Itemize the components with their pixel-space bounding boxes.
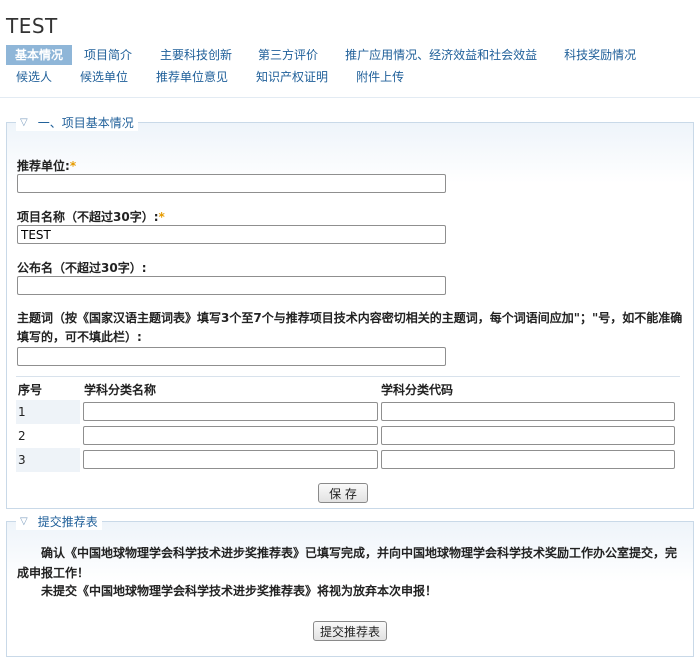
keywords-label: 主题词（按《国家汉语主题词表》填写3个至7个与推荐项目技术内容密切相关的主题词，… (17, 311, 683, 344)
row-number: 3 (16, 448, 80, 472)
public-name-input[interactable] (17, 276, 446, 295)
col-header-subject-code: 学科分类代码 (381, 383, 454, 397)
tab-row-2: 候选人 候选单位 推荐单位意见 知识产权证明 附件上传 (6, 66, 696, 88)
subject-code-input[interactable] (381, 450, 675, 469)
tab-awards[interactable]: 科技奖励情况 (564, 45, 636, 65)
project-basic-info-legend[interactable]: ▽ 一、项目基本情况 (16, 114, 138, 131)
tab-third-party-evaluation[interactable]: 第三方评价 (258, 45, 318, 65)
tab-project-summary[interactable]: 项目简介 (84, 45, 132, 65)
subject-name-input[interactable] (83, 402, 378, 421)
subject-code-input[interactable] (381, 402, 675, 421)
keywords-input[interactable] (17, 347, 446, 366)
subject-name-input[interactable] (83, 450, 378, 469)
tab-row-1: 基本情况 项目简介 主要科技创新 第三方评价 推广应用情况、经济效益和社会效益 … (6, 44, 696, 66)
recommender-label: 推荐单位:* (17, 159, 77, 173)
triangle-down-icon: ▽ (20, 117, 28, 128)
tab-main-innovations[interactable]: 主要科技创新 (160, 45, 232, 65)
required-mark: * (158, 210, 165, 224)
submit-form-button[interactable]: 提交推荐表 (313, 621, 387, 641)
row-number: 1 (16, 400, 80, 424)
tab-candidates[interactable]: 候选人 (16, 67, 52, 87)
row-number: 2 (16, 424, 80, 448)
public-name-label: 公布名（不超过30字）: (17, 261, 147, 275)
tab-recommender-opinion[interactable]: 推荐单位意见 (156, 67, 228, 87)
subject-code-input[interactable] (381, 426, 675, 445)
warning-text: 未提交《中国地球物理学会科学技术进步奖推荐表》将视为放弃本次申报！ (41, 584, 438, 598)
tab-basic-info[interactable]: 基本情况 (6, 45, 73, 65)
table-row: 3 (16, 448, 680, 472)
table-row: 1 (16, 400, 680, 424)
project-name-input[interactable] (17, 225, 446, 244)
legend-text: 一、项目基本情况 (37, 116, 134, 130)
tab-ip-proof[interactable]: 知识产权证明 (256, 67, 328, 87)
triangle-down-icon: ▽ (20, 516, 28, 527)
tab-divider (0, 97, 700, 98)
project-name-label: 项目名称（不超过30字）:* (17, 210, 165, 224)
table-row: 2 (16, 424, 680, 448)
tab-application-benefits[interactable]: 推广应用情况、经济效益和社会效益 (345, 45, 537, 65)
tab-candidate-units[interactable]: 候选单位 (80, 67, 128, 87)
page-title: TEST (6, 14, 58, 38)
required-mark: * (69, 159, 77, 173)
confirm-text: 确认《中国地球物理学会科学技术进步奖推荐表》已填写完成，并向中国地球物理学会科学… (17, 546, 678, 580)
legend-text: 提交推荐表 (37, 515, 98, 529)
col-header-no: 序号 (18, 383, 43, 397)
submit-panel-legend[interactable]: ▽ 提交推荐表 (16, 513, 102, 530)
tab-attachments[interactable]: 附件上传 (356, 67, 404, 87)
subject-name-input[interactable] (83, 426, 378, 445)
recommender-input[interactable] (17, 174, 446, 193)
tab-bar: 基本情况 项目简介 主要科技创新 第三方评价 推广应用情况、经济效益和社会效益 … (6, 44, 696, 88)
save-button[interactable]: 保 存 (318, 483, 368, 503)
col-header-subject-name: 学科分类名称 (84, 383, 157, 397)
